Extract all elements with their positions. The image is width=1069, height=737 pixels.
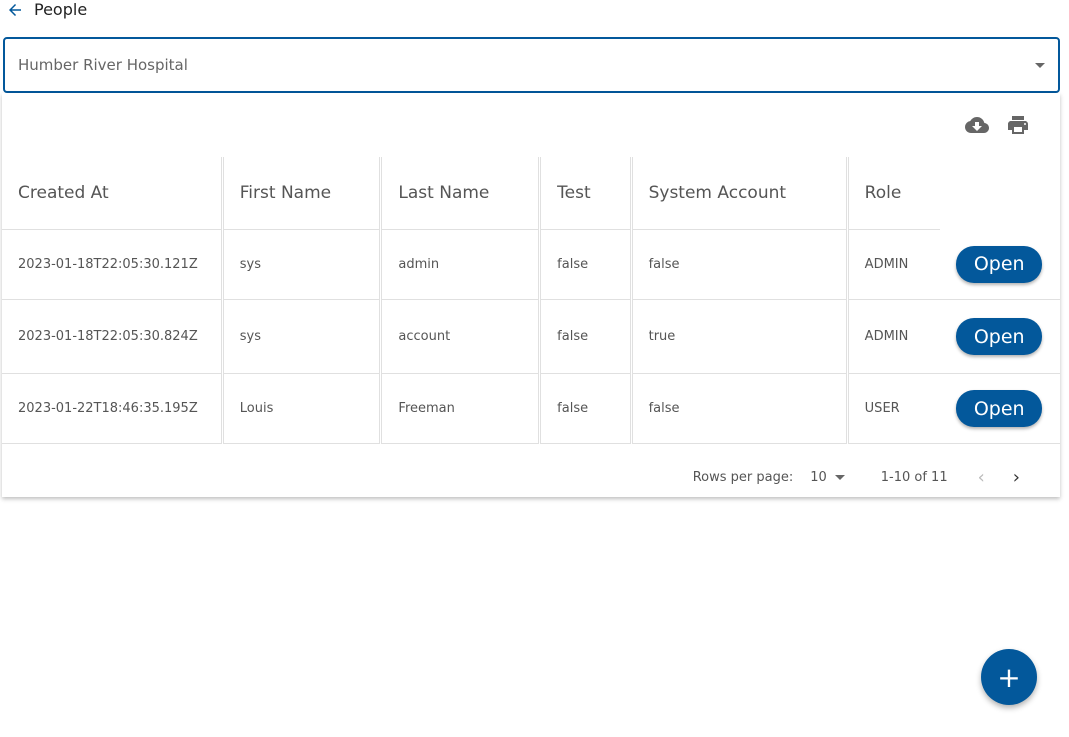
- action-cell: Open: [940, 299, 1060, 374]
- action-cell: Open: [940, 373, 1060, 444]
- table-cell: Freeman: [380, 373, 542, 444]
- table-cell: account: [380, 299, 542, 374]
- print-icon[interactable]: [1006, 113, 1030, 137]
- column-header[interactable]: Created At: [2, 157, 224, 230]
- table-cell: ADMIN: [847, 229, 941, 300]
- table-cell: false: [539, 229, 633, 300]
- table-cell: Louis: [222, 373, 383, 444]
- column-header[interactable]: Test: [539, 157, 633, 230]
- page-range: 1-10 of 11: [880, 469, 948, 485]
- organization-select[interactable]: Humber River Hospital: [3, 37, 1060, 93]
- table-cell: USER: [847, 373, 941, 444]
- table-cell: false: [539, 373, 633, 444]
- next-page-button[interactable]: ›: [1013, 467, 1020, 488]
- table-cell: ADMIN: [847, 299, 941, 374]
- page-title: People: [34, 0, 88, 19]
- table-row: 2023-01-22T18:46:35.195Z Louis Freeman fals…: [2, 373, 1060, 444]
- table-cell: sys: [222, 299, 383, 374]
- open-button[interactable]: Open: [956, 245, 1043, 283]
- table-cell: 2023-01-22T18:46:35.195Z: [2, 373, 224, 444]
- table-row: 2023-01-18T22:05:30.824Z sys account false t…: [2, 299, 1060, 374]
- arrow-left-icon: [9, 3, 21, 16]
- table-header-row: Created At First Name Last Name Test Sys…: [2, 157, 1060, 230]
- table-row: 2023-01-18T22:05:30.121Z sys admin false fal…: [2, 229, 1060, 300]
- pagination: Rows per page: 10 1-10 of 11 ‹ ›: [2, 457, 1060, 497]
- rows-per-page-select[interactable]: 10: [810, 470, 845, 485]
- open-button[interactable]: Open: [956, 318, 1043, 355]
- cloud-download-icon[interactable]: [964, 113, 990, 137]
- add-person-button[interactable]: +: [981, 649, 1037, 705]
- caret-down-icon: [834, 474, 845, 480]
- column-header[interactable]: Role: [847, 157, 941, 230]
- select-value: Humber River Hospital: [18, 56, 188, 74]
- actions-header: [940, 157, 1060, 230]
- table-cell: true: [631, 299, 849, 374]
- table-cell: false: [631, 373, 849, 444]
- column-header[interactable]: System Account: [631, 157, 849, 230]
- previous-page-button[interactable]: ‹: [978, 467, 985, 488]
- rows-per-page-value: 10: [810, 469, 827, 485]
- back-button[interactable]: People: [6, 0, 87, 19]
- action-cell: Open: [940, 229, 1060, 300]
- table-cell: false: [539, 299, 633, 374]
- table-cell: 2023-01-18T22:05:30.121Z: [2, 229, 224, 300]
- column-header[interactable]: Last Name: [380, 157, 542, 230]
- table-cell: false: [631, 229, 849, 300]
- caret-down-icon: [1035, 62, 1045, 68]
- column-header[interactable]: First Name: [222, 157, 383, 230]
- open-button[interactable]: Open: [956, 390, 1043, 427]
- table-cell: sys: [222, 229, 383, 300]
- table-cell: admin: [380, 229, 542, 300]
- rows-per-page-label: Rows per page:: [692, 469, 794, 485]
- people-table: Created At First Name Last Name Test Sys…: [2, 157, 1060, 444]
- people-table-card: Created At First Name Last Name Test Sys…: [2, 93, 1060, 497]
- table-cell: 2023-01-18T22:05:30.824Z: [2, 299, 224, 374]
